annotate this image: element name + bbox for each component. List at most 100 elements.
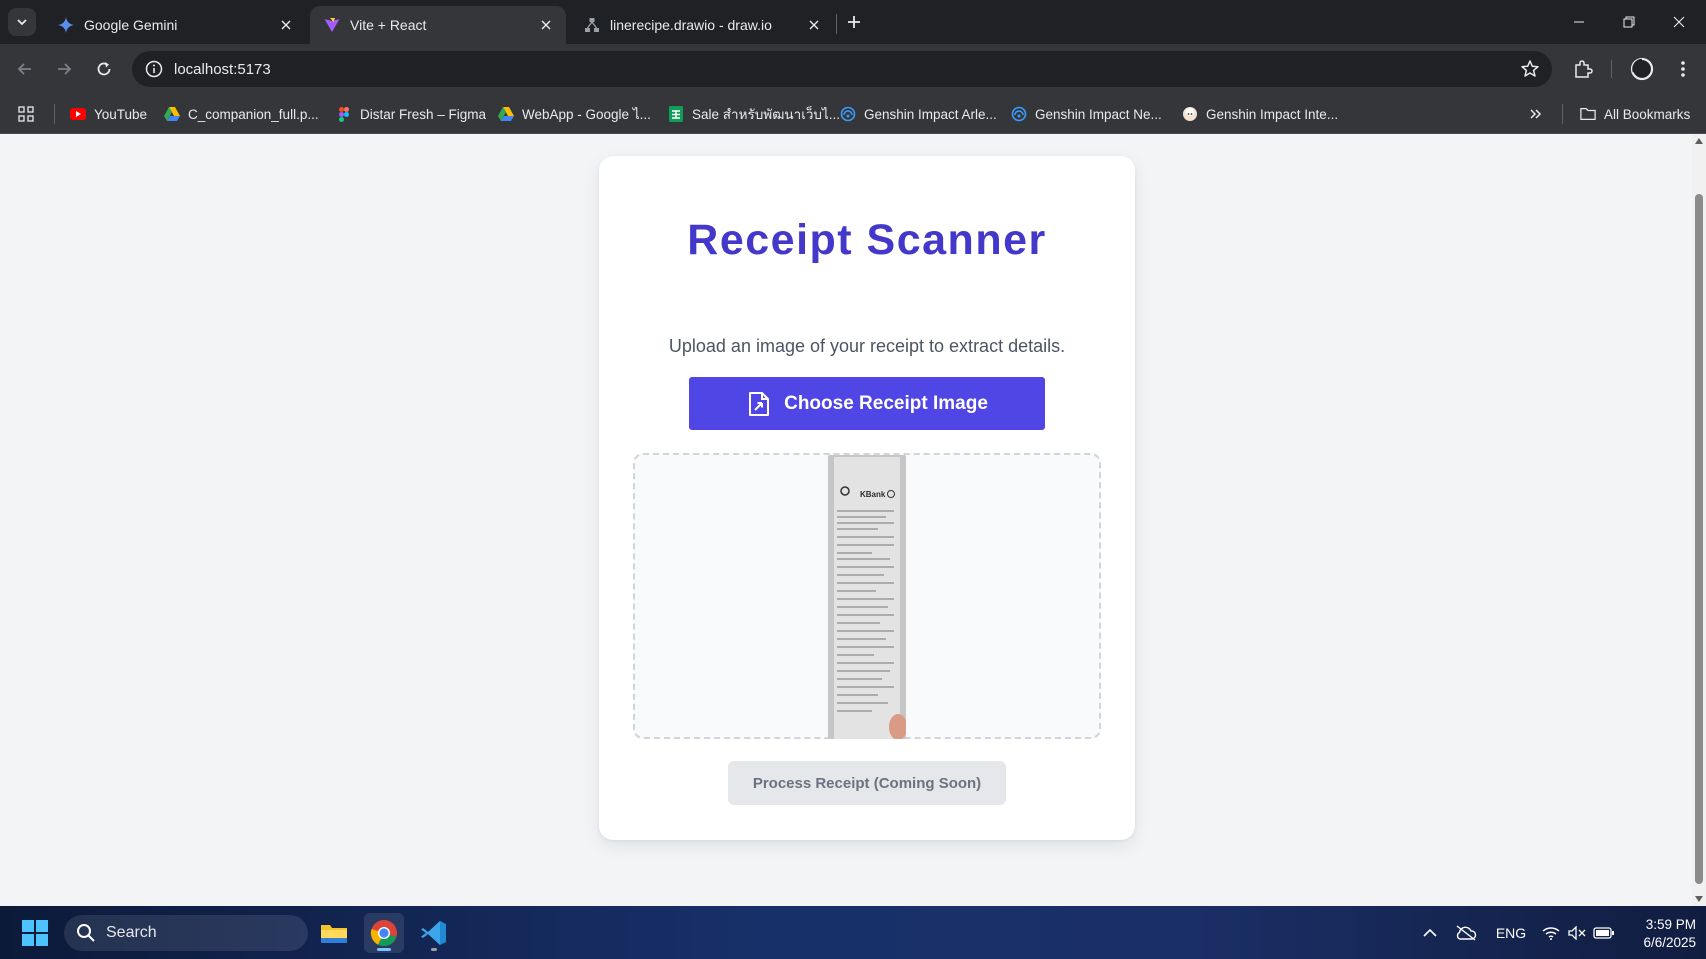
scrollbar-thumb[interactable] xyxy=(1695,194,1703,884)
bookmark-label: YouTube xyxy=(94,106,148,122)
chevron-down-icon xyxy=(17,19,27,26)
avatar-icon xyxy=(1630,57,1654,81)
bookmark-genshin-arle[interactable]: Genshin Impact Arle... xyxy=(840,102,997,126)
choose-receipt-image-button[interactable]: Choose Receipt Image xyxy=(689,377,1045,430)
page-scrollbar[interactable] xyxy=(1692,134,1706,906)
apps-grid-icon xyxy=(18,106,34,122)
active-app-indicator xyxy=(377,948,391,951)
browser-menu-button[interactable] xyxy=(1670,56,1696,82)
close-window-button[interactable] xyxy=(1656,0,1702,44)
folder-icon xyxy=(321,925,347,943)
more-vertical-icon xyxy=(1681,61,1685,77)
tab-search-button[interactable] xyxy=(8,8,36,36)
bookmark-divider xyxy=(1562,104,1563,124)
bookmark-genshin-ne[interactable]: Genshin Impact Ne... xyxy=(1011,102,1162,126)
scroll-down-arrow[interactable] xyxy=(1695,896,1703,902)
bookmark-youtube[interactable]: YouTube xyxy=(70,102,147,126)
wifi-icon xyxy=(1542,927,1560,940)
page-title: Receipt Scanner xyxy=(687,216,1047,264)
receipt-scanner-card: Receipt Scanner Upload an image of your … xyxy=(599,156,1135,840)
paimon-icon xyxy=(1182,106,1198,122)
chrome-taskbar-button[interactable] xyxy=(364,913,404,953)
bookmark-c-companion[interactable]: C_companion_full.p... xyxy=(164,102,319,126)
taskbar-search-box[interactable]: Search xyxy=(64,915,308,951)
tab-divider xyxy=(836,14,837,34)
receipt-image-preview: KBank xyxy=(828,455,906,739)
volume-status[interactable] xyxy=(1566,920,1588,946)
back-button[interactable] xyxy=(12,56,38,82)
toolbar-divider xyxy=(1611,60,1612,78)
bookmark-sale[interactable]: Sale สำหรับพัฒนาเว็บไ... xyxy=(668,102,840,126)
new-tab-button[interactable] xyxy=(842,10,866,34)
wifi-status[interactable] xyxy=(1540,920,1562,946)
figma-icon xyxy=(336,106,352,122)
restore-icon xyxy=(1623,16,1635,28)
vscode-icon xyxy=(421,921,446,945)
image-preview-area: KBank xyxy=(633,453,1101,739)
more-bookmarks-button[interactable] xyxy=(1528,102,1552,126)
cloud-offline-icon xyxy=(1456,925,1477,941)
windows-start-button[interactable] xyxy=(22,920,48,946)
page-subtitle: Upload an image of your receipt to extra… xyxy=(668,336,1066,356)
taskbar-clock[interactable]: 3:59 PM 6/6/2025 xyxy=(1620,916,1696,952)
folder-icon xyxy=(1580,106,1596,122)
url-text: localhost:5173 xyxy=(174,60,271,78)
restore-button[interactable] xyxy=(1606,0,1652,44)
search-placeholder: Search xyxy=(106,924,157,941)
search-icon xyxy=(77,924,95,942)
chevron-up-icon xyxy=(1423,928,1437,937)
onedrive-status[interactable] xyxy=(1454,920,1478,946)
receipt-brand: KBank xyxy=(860,490,886,499)
process-receipt-button[interactable]: Process Receipt (Coming Soon) xyxy=(728,761,1006,805)
bookmark-label: Distar Fresh – Figma xyxy=(360,106,487,122)
volume-mute-icon xyxy=(1568,926,1586,940)
address-bar[interactable]: localhost:5173 xyxy=(132,51,1552,87)
clock-time: 3:59 PM xyxy=(1645,917,1696,932)
vscode-taskbar-button[interactable] xyxy=(414,913,454,953)
tab-vite-react[interactable]: Vite + React xyxy=(310,6,566,44)
tab-drawio[interactable]: linerecipe.drawio - draw.io xyxy=(570,6,834,44)
reload-button[interactable] xyxy=(91,56,117,82)
tab-google-gemini[interactable]: Google Gemini xyxy=(44,6,306,44)
all-bookmarks-button[interactable]: All Bookmarks xyxy=(1580,102,1690,126)
chrome-icon xyxy=(370,920,397,947)
bookmark-genshin-inte[interactable]: Genshin Impact Inte... xyxy=(1182,102,1338,126)
puzzle-icon xyxy=(1575,60,1593,78)
windows-taskbar: Search ENG 3:59 PM 6/6/2025 xyxy=(0,906,1706,959)
close-icon[interactable] xyxy=(276,15,296,35)
minimize-button[interactable] xyxy=(1556,0,1602,44)
page-viewport: Receipt Scanner Upload an image of your … xyxy=(0,134,1692,906)
hoyolab-icon xyxy=(840,106,856,122)
close-icon[interactable] xyxy=(536,15,556,35)
bookmark-label: Genshin Impact Ne... xyxy=(1035,106,1162,122)
site-info-icon[interactable] xyxy=(144,59,164,79)
youtube-icon xyxy=(70,106,86,122)
vite-icon xyxy=(324,17,340,33)
bookmark-label: WebApp - Google ไ... xyxy=(522,107,651,122)
show-hidden-icons-button[interactable] xyxy=(1420,920,1440,946)
google-sheets-icon xyxy=(668,106,684,122)
file-explorer-button[interactable] xyxy=(314,913,354,953)
forward-button[interactable] xyxy=(51,56,77,82)
google-drive-icon xyxy=(164,106,180,122)
language-label: ENG xyxy=(1495,925,1527,941)
browser-toolbar: localhost:5173 xyxy=(0,44,1706,94)
bookmark-label: C_companion_full.p... xyxy=(188,106,319,122)
bookmark-divider xyxy=(54,104,55,124)
battery-status[interactable] xyxy=(1592,920,1616,946)
bookmark-webapp[interactable]: WebApp - Google ไ... xyxy=(498,102,651,126)
tab-title: Google Gemini xyxy=(84,17,178,33)
scroll-up-arrow[interactable] xyxy=(1695,138,1703,144)
extensions-button[interactable] xyxy=(1570,56,1596,82)
drawio-icon xyxy=(584,17,600,33)
tab-title: linerecipe.drawio - draw.io xyxy=(610,17,772,33)
windows-logo-icon xyxy=(22,920,48,946)
close-icon[interactable] xyxy=(804,15,824,35)
profile-button[interactable] xyxy=(1629,56,1655,82)
apps-button[interactable] xyxy=(18,102,42,126)
language-indicator[interactable]: ENG xyxy=(1494,920,1528,946)
choose-button-label: Choose Receipt Image xyxy=(784,392,988,414)
google-drive-icon xyxy=(498,106,514,122)
bookmark-distar-figma[interactable]: Distar Fresh – Figma xyxy=(336,102,486,126)
bookmark-star-icon[interactable] xyxy=(1520,59,1540,79)
